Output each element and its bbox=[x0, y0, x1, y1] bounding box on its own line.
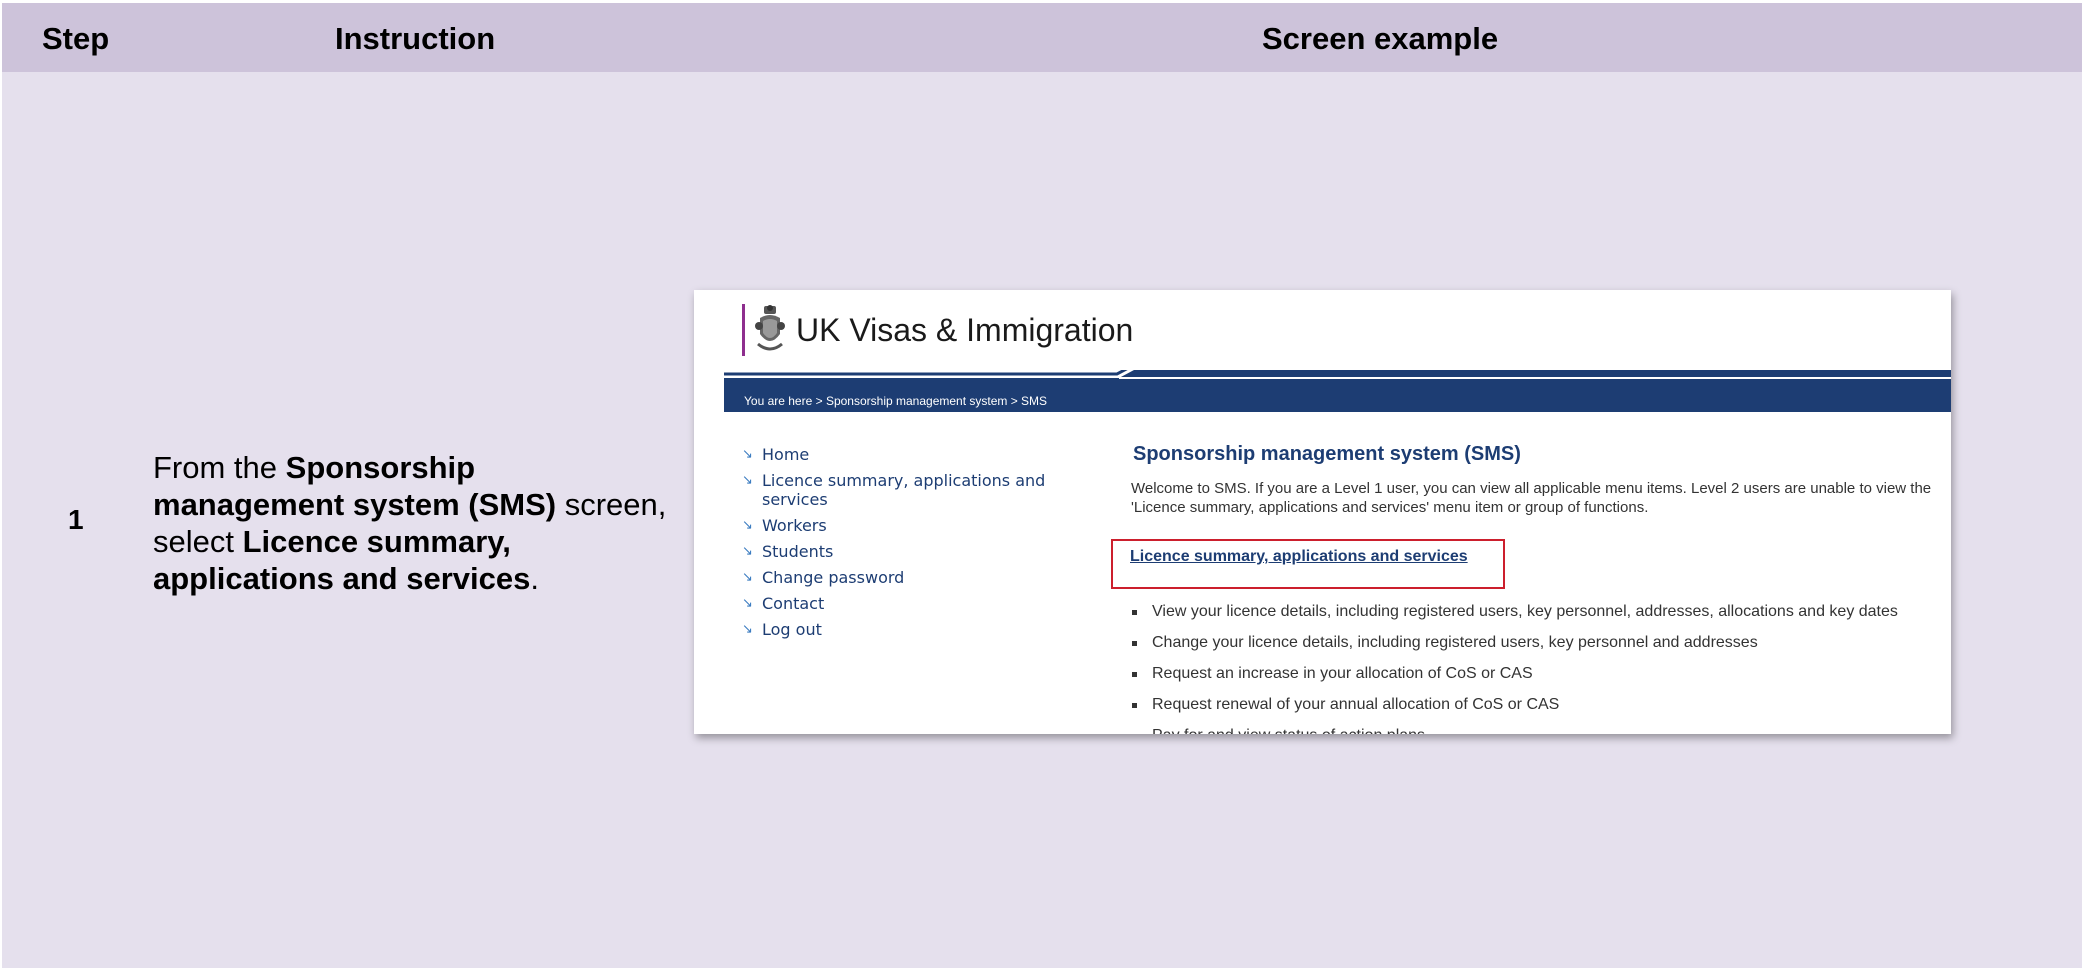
sidebar-item-home[interactable]: ↘ Home bbox=[742, 445, 1072, 464]
instruction-table: Step Instruction Screen example 1 From t… bbox=[0, 0, 2082, 968]
screen-example-screenshot: UK Visas & Immigration You are here > Sp… bbox=[694, 290, 1951, 734]
arrow-icon: ↘ bbox=[742, 518, 753, 533]
arrow-icon: ↘ bbox=[742, 622, 753, 637]
instruction-part: . bbox=[530, 561, 539, 596]
arrow-icon: ↘ bbox=[742, 447, 753, 462]
sidebar-item-label: Licence summary, applications and servic… bbox=[762, 471, 1046, 509]
instruction-text: From the Sponsorship management system (… bbox=[153, 449, 673, 597]
arrow-icon: ↘ bbox=[742, 473, 753, 488]
list-item: View your licence details, including reg… bbox=[1131, 602, 1951, 622]
header-step: Step bbox=[42, 21, 110, 56]
step-number: 1 bbox=[68, 504, 84, 535]
sidebar-item-label: Change password bbox=[762, 568, 905, 587]
sidebar-item-label: Contact bbox=[762, 594, 825, 613]
licence-summary-link[interactable]: Licence summary, applications and servic… bbox=[1130, 548, 1468, 566]
sidebar-item-change-password[interactable]: ↘ Change password bbox=[742, 568, 1072, 587]
royal-crest-icon bbox=[755, 305, 785, 351]
list-item: Request an increase in your allocation o… bbox=[1131, 664, 1951, 684]
sidebar-item-label: Students bbox=[762, 542, 834, 561]
table-header-row: Step Instruction Screen example bbox=[2, 3, 2082, 72]
list-item: Change your licence details, including r… bbox=[1131, 633, 1951, 653]
sidebar-item-students[interactable]: ↘ Students bbox=[742, 542, 1072, 561]
page-title: Sponsorship management system (SMS) bbox=[1133, 443, 1521, 465]
feature-list: View your licence details, including reg… bbox=[1131, 602, 1951, 734]
sidebar-item-label: Log out bbox=[762, 620, 822, 639]
sidebar-item-workers[interactable]: ↘ Workers bbox=[742, 516, 1072, 535]
instruction-part: From the bbox=[153, 450, 286, 485]
sidebar-item-contact[interactable]: ↘ Contact bbox=[742, 594, 1072, 613]
list-item: Pay for and view status of action plans bbox=[1131, 726, 1951, 734]
list-item: Request renewal of your annual allocatio… bbox=[1131, 695, 1951, 715]
sidebar-nav: ↘ Home ↘ Licence summary, applications and… bbox=[742, 445, 1072, 646]
main-content: Sponsorship management system (SMS) Welc… bbox=[1111, 443, 1941, 734]
sidebar-item-label: Workers bbox=[762, 516, 827, 535]
breadcrumb[interactable]: You are here > Sponsorship management sy… bbox=[744, 394, 1047, 408]
arrow-icon: ↘ bbox=[742, 570, 753, 585]
logo-accent-bar bbox=[742, 304, 745, 356]
header-screen-example: Screen example bbox=[1262, 21, 1499, 56]
brand-name: UK Visas & Immigration bbox=[796, 312, 1134, 348]
sidebar-item-licence-summary[interactable]: ↘ Licence summary, applications and servi… bbox=[742, 471, 1072, 509]
arrow-icon: ↘ bbox=[742, 596, 753, 611]
sidebar-item-label: Home bbox=[762, 445, 810, 464]
welcome-text: Welcome to SMS. If you are a Level 1 use… bbox=[1131, 480, 1932, 516]
header-instruction: Instruction bbox=[335, 21, 496, 56]
sidebar-item-log-out[interactable]: ↘ Log out bbox=[742, 620, 1072, 639]
arrow-icon: ↘ bbox=[742, 544, 753, 559]
